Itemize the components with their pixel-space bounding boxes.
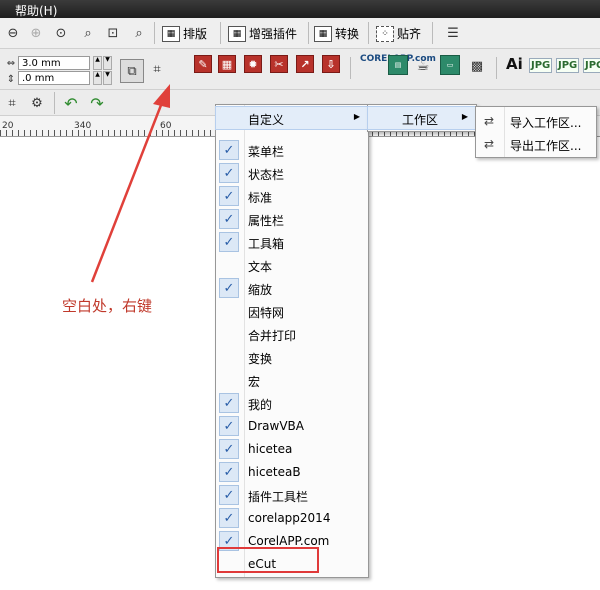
export-workspace-icon: ⇄: [483, 137, 495, 151]
customize-submenu: 工作区 ▶: [367, 104, 477, 132]
checkmark-icon: ✓: [219, 140, 239, 160]
submenu-arrow-icon: ▶: [353, 112, 360, 121]
menu-item[interactable]: ✓ corelapp2014: [216, 507, 368, 529]
menu-item[interactable]: 文本: [216, 254, 368, 276]
menu-item[interactable]: 宏: [216, 369, 368, 391]
menu-item-label: 属性栏: [248, 214, 285, 228]
menu-item-workspace[interactable]: 工作区 ▶: [367, 106, 477, 130]
menu-item[interactable]: ✓ 插件工具栏: [216, 484, 368, 506]
menu-item-label: 文本: [248, 260, 273, 274]
menu-item[interactable]: 合并打印: [216, 323, 368, 345]
menu-item[interactable]: ✓ 菜单栏: [216, 139, 368, 161]
checkmark-icon: ✓: [219, 209, 239, 229]
import-workspace-icon: ⇄: [483, 114, 495, 128]
menu-item-label: DrawVBA: [248, 419, 304, 433]
menu-item-label: hicetea: [248, 442, 293, 456]
checkmark-icon: ✓: [219, 232, 239, 252]
menu-item[interactable]: ✓ 状态栏: [216, 162, 368, 184]
menu-item-label: 自定义: [248, 113, 285, 127]
checkmark-icon: ✓: [219, 186, 239, 206]
menu-item-label: 因特网: [248, 306, 285, 320]
checkmark-icon: ✓: [219, 278, 239, 298]
menu-item-label: 状态栏: [248, 168, 285, 182]
submenu-arrow-icon: ▶: [461, 112, 468, 121]
menu-item-export-workspace[interactable]: ⇄ 导出工作区...: [476, 133, 596, 155]
menu-item-label: CorelAPP.com: [248, 534, 330, 548]
menu-item[interactable]: 自定义 ▶: [215, 106, 369, 130]
menu-item-label: 我的: [248, 398, 273, 412]
checkmark-icon: ✓: [219, 485, 239, 505]
checkmark-icon: ✓: [219, 416, 239, 436]
menu-item-label: hiceteaB: [248, 465, 301, 479]
ecut-highlight-box: [217, 547, 319, 573]
checkmark-icon: ✓: [219, 508, 239, 528]
menu-item-label: 菜单栏: [248, 145, 285, 159]
menu-item-label: 标准: [248, 191, 273, 205]
menu-item-label: 插件工具栏: [248, 490, 309, 504]
menu-item-label: corelapp2014: [248, 511, 331, 525]
menu-item[interactable]: 因特网: [216, 300, 368, 322]
checkmark-icon: ✓: [219, 462, 239, 482]
menu-item[interactable]: ✓ hiceteaB: [216, 461, 368, 483]
menu-item[interactable]: ✓ 标准: [216, 185, 368, 207]
checkmark-icon: ✓: [219, 163, 239, 183]
workspace-submenu: ⇄ 导入工作区... ⇄ 导出工作区...: [475, 106, 597, 158]
menu-item-label: 缩放: [248, 283, 273, 297]
annotation-text: 空白处，右键: [62, 297, 153, 315]
menu-item-label: 宏: [248, 375, 261, 389]
checkmark-icon: ✓: [219, 439, 239, 459]
menu-item[interactable]: ✓ 我的: [216, 392, 368, 414]
menu-item-import-workspace[interactable]: ⇄ 导入工作区...: [476, 110, 596, 132]
menu-item[interactable]: 变换: [216, 346, 368, 368]
menu-item[interactable]: ✓ hicetea: [216, 438, 368, 460]
menu-item-label: 合并打印: [248, 329, 297, 343]
toolbar-context-menu: 自定义 ▶ ✓ 菜单栏 ✓ 状态栏 ✓ 标准 ✓ 属性栏 ✓ 工具箱文本 ✓ 缩放因特网合并打印变换宏 ✓ 我…: [215, 104, 369, 578]
menu-item-label: 变换: [248, 352, 273, 366]
menu-item[interactable]: ✓ 工具箱: [216, 231, 368, 253]
menu-item[interactable]: ✓ 缩放: [216, 277, 368, 299]
menu-item[interactable]: ✓ 属性栏: [216, 208, 368, 230]
menu-item-label: 工具箱: [248, 237, 285, 251]
checkmark-icon: ✓: [219, 393, 239, 413]
menu-item[interactable]: ✓ DrawVBA: [216, 415, 368, 437]
